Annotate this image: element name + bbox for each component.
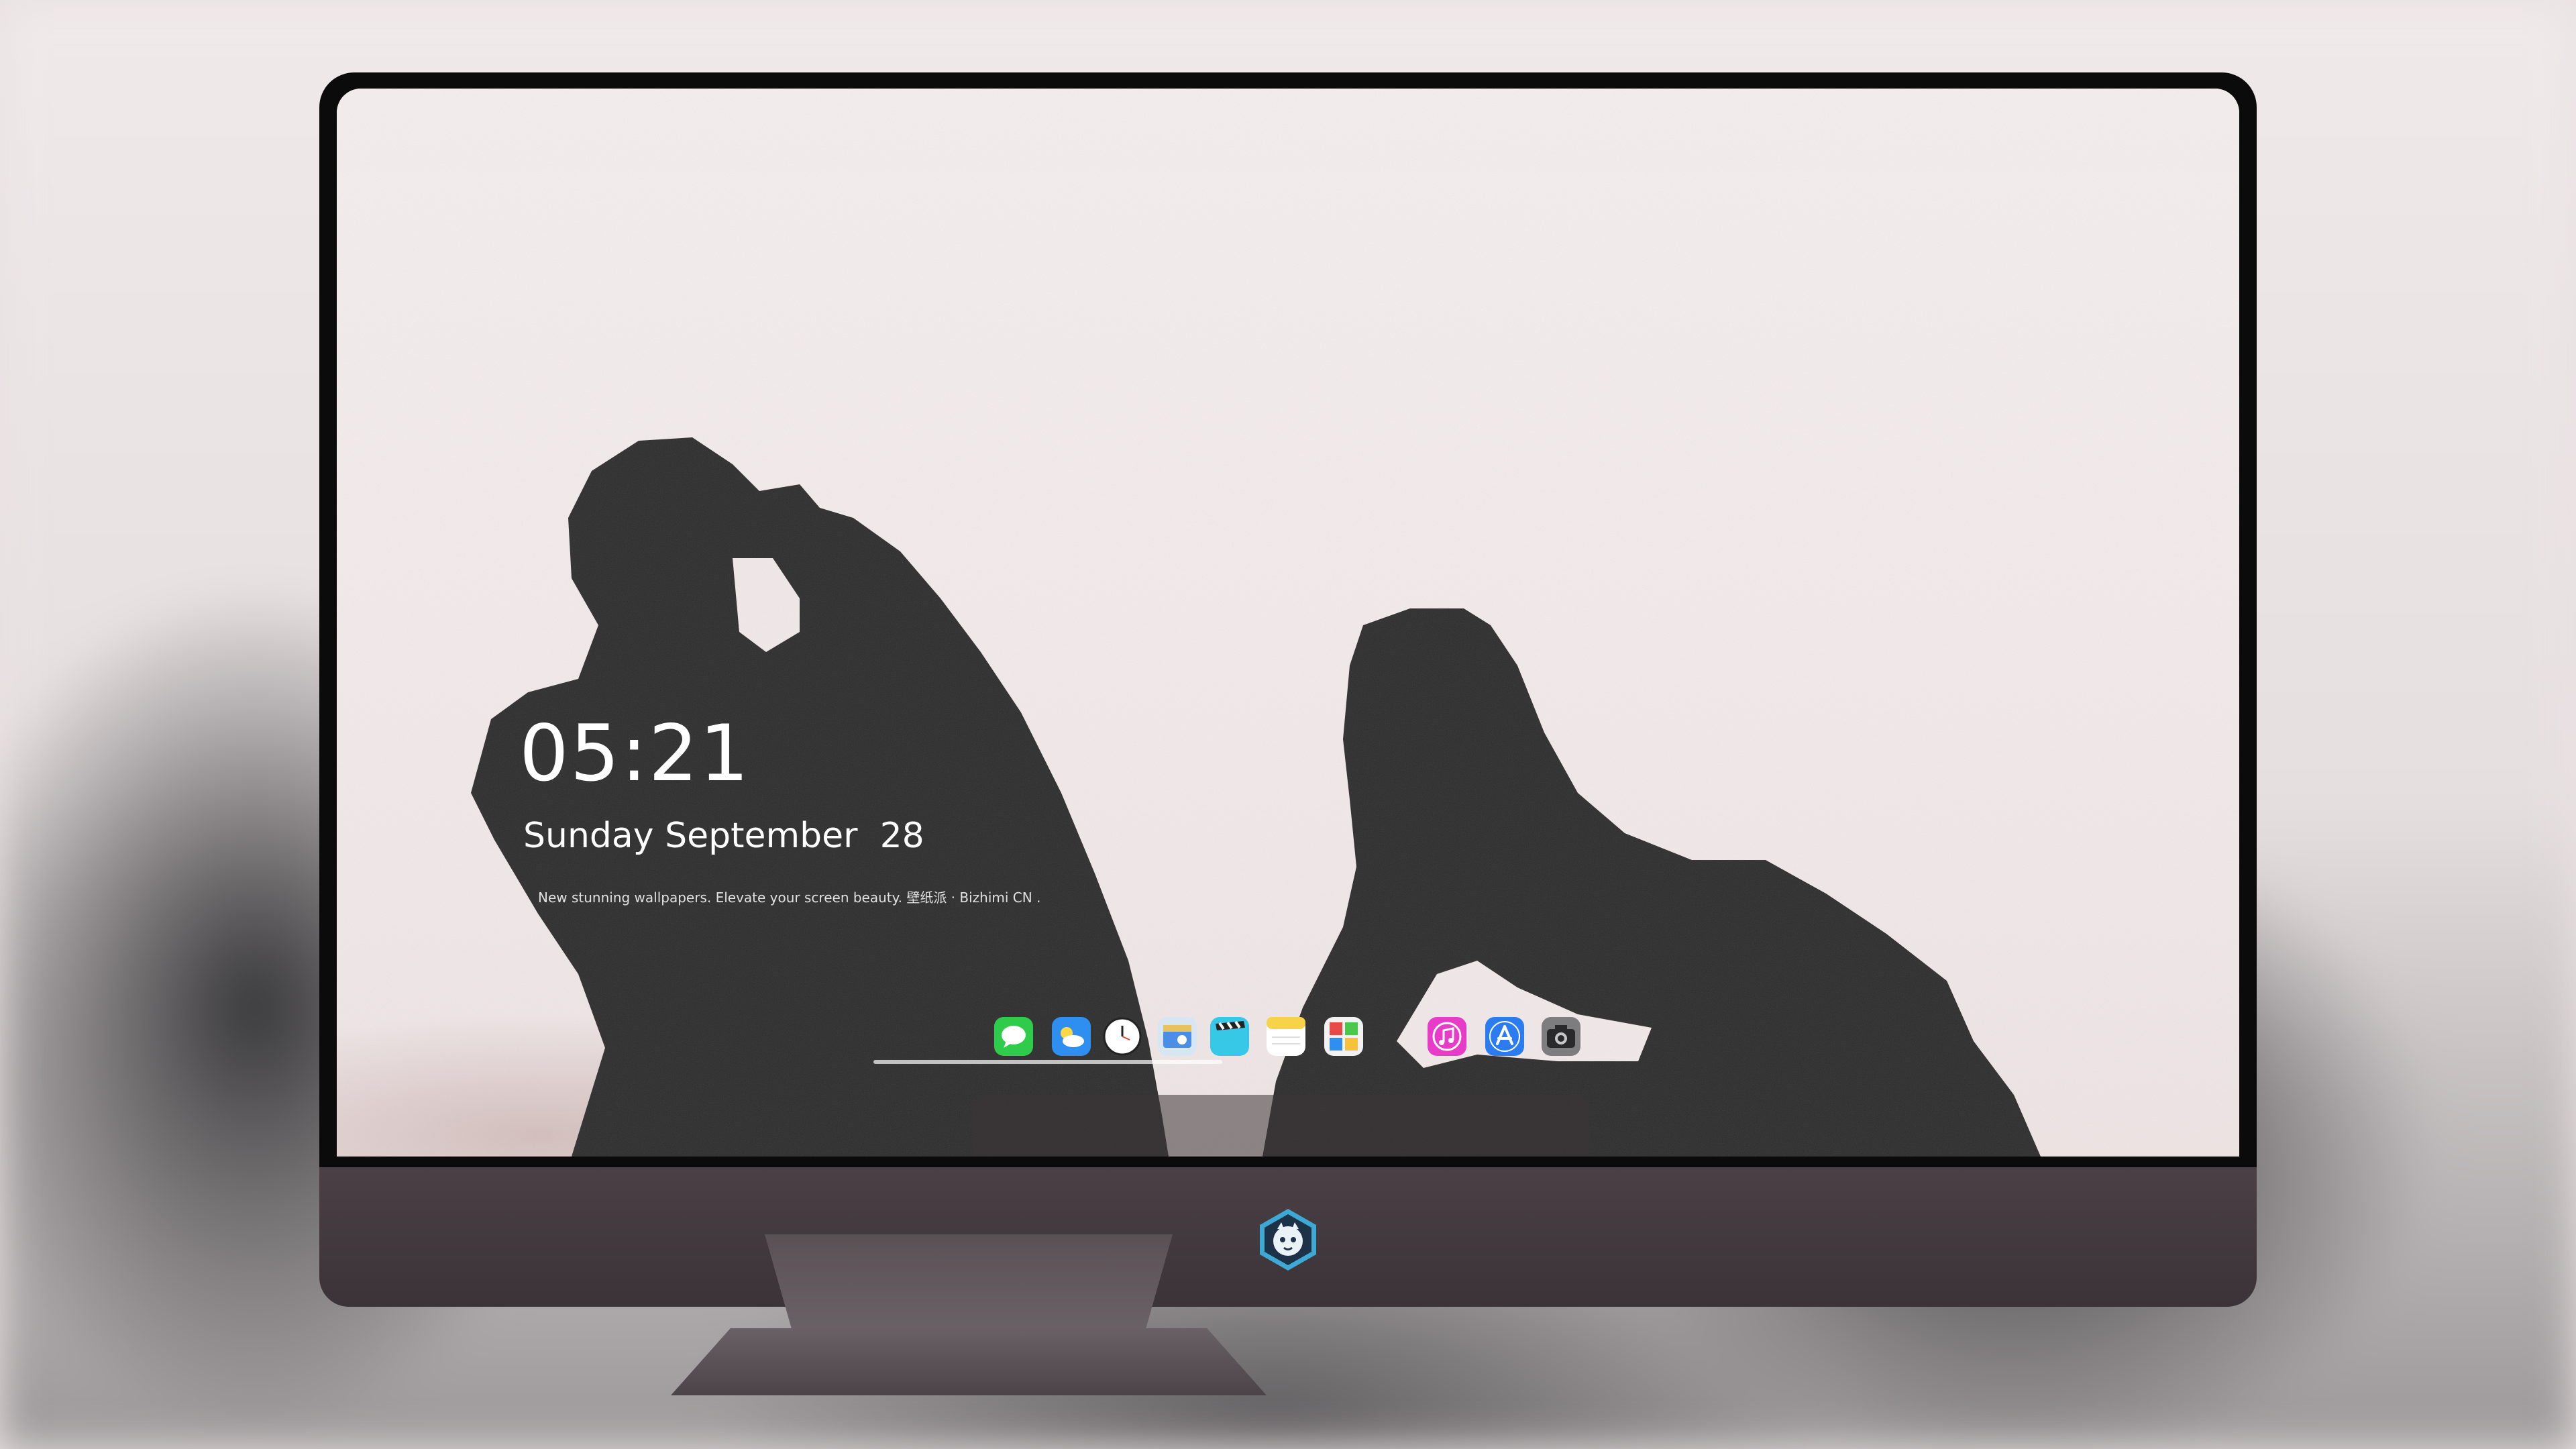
monitor-stand-neck [765,1234,1173,1335]
weather-icon[interactable] [1052,1017,1091,1056]
clapperboard-icon[interactable] [1210,1017,1249,1056]
clock-date: Sunday September 28 [523,816,924,856]
photo-grid-icon[interactable] [1324,1017,1363,1056]
app-store-icon[interactable] [1485,1017,1524,1056]
dock-indicator [873,1060,1222,1064]
messages-icon[interactable] [994,1017,1033,1056]
photo-viewer-icon[interactable] [1158,1017,1197,1056]
dragon-mascot-logo [1254,1206,1322,1273]
wallpaper-caption: New stunning wallpapers. Elevate your sc… [538,890,1041,906]
scene: 05:21 Sunday September 28 New stunning w… [0,0,2576,1449]
clock-icon[interactable] [1103,1017,1142,1056]
dock [973,1095,1590,1157]
monitor-stand-foot [671,1328,1267,1395]
wallpaper-silhouettes [337,89,2239,1157]
notepad-icon[interactable] [1267,1017,1305,1056]
music-note-icon[interactable] [1428,1017,1466,1056]
desktop-screen: 05:21 Sunday September 28 New stunning w… [337,89,2239,1157]
clock-time: 05:21 [519,708,751,799]
camera-icon[interactable] [1542,1017,1580,1056]
monitor: 05:21 Sunday September 28 New stunning w… [319,72,2257,1307]
